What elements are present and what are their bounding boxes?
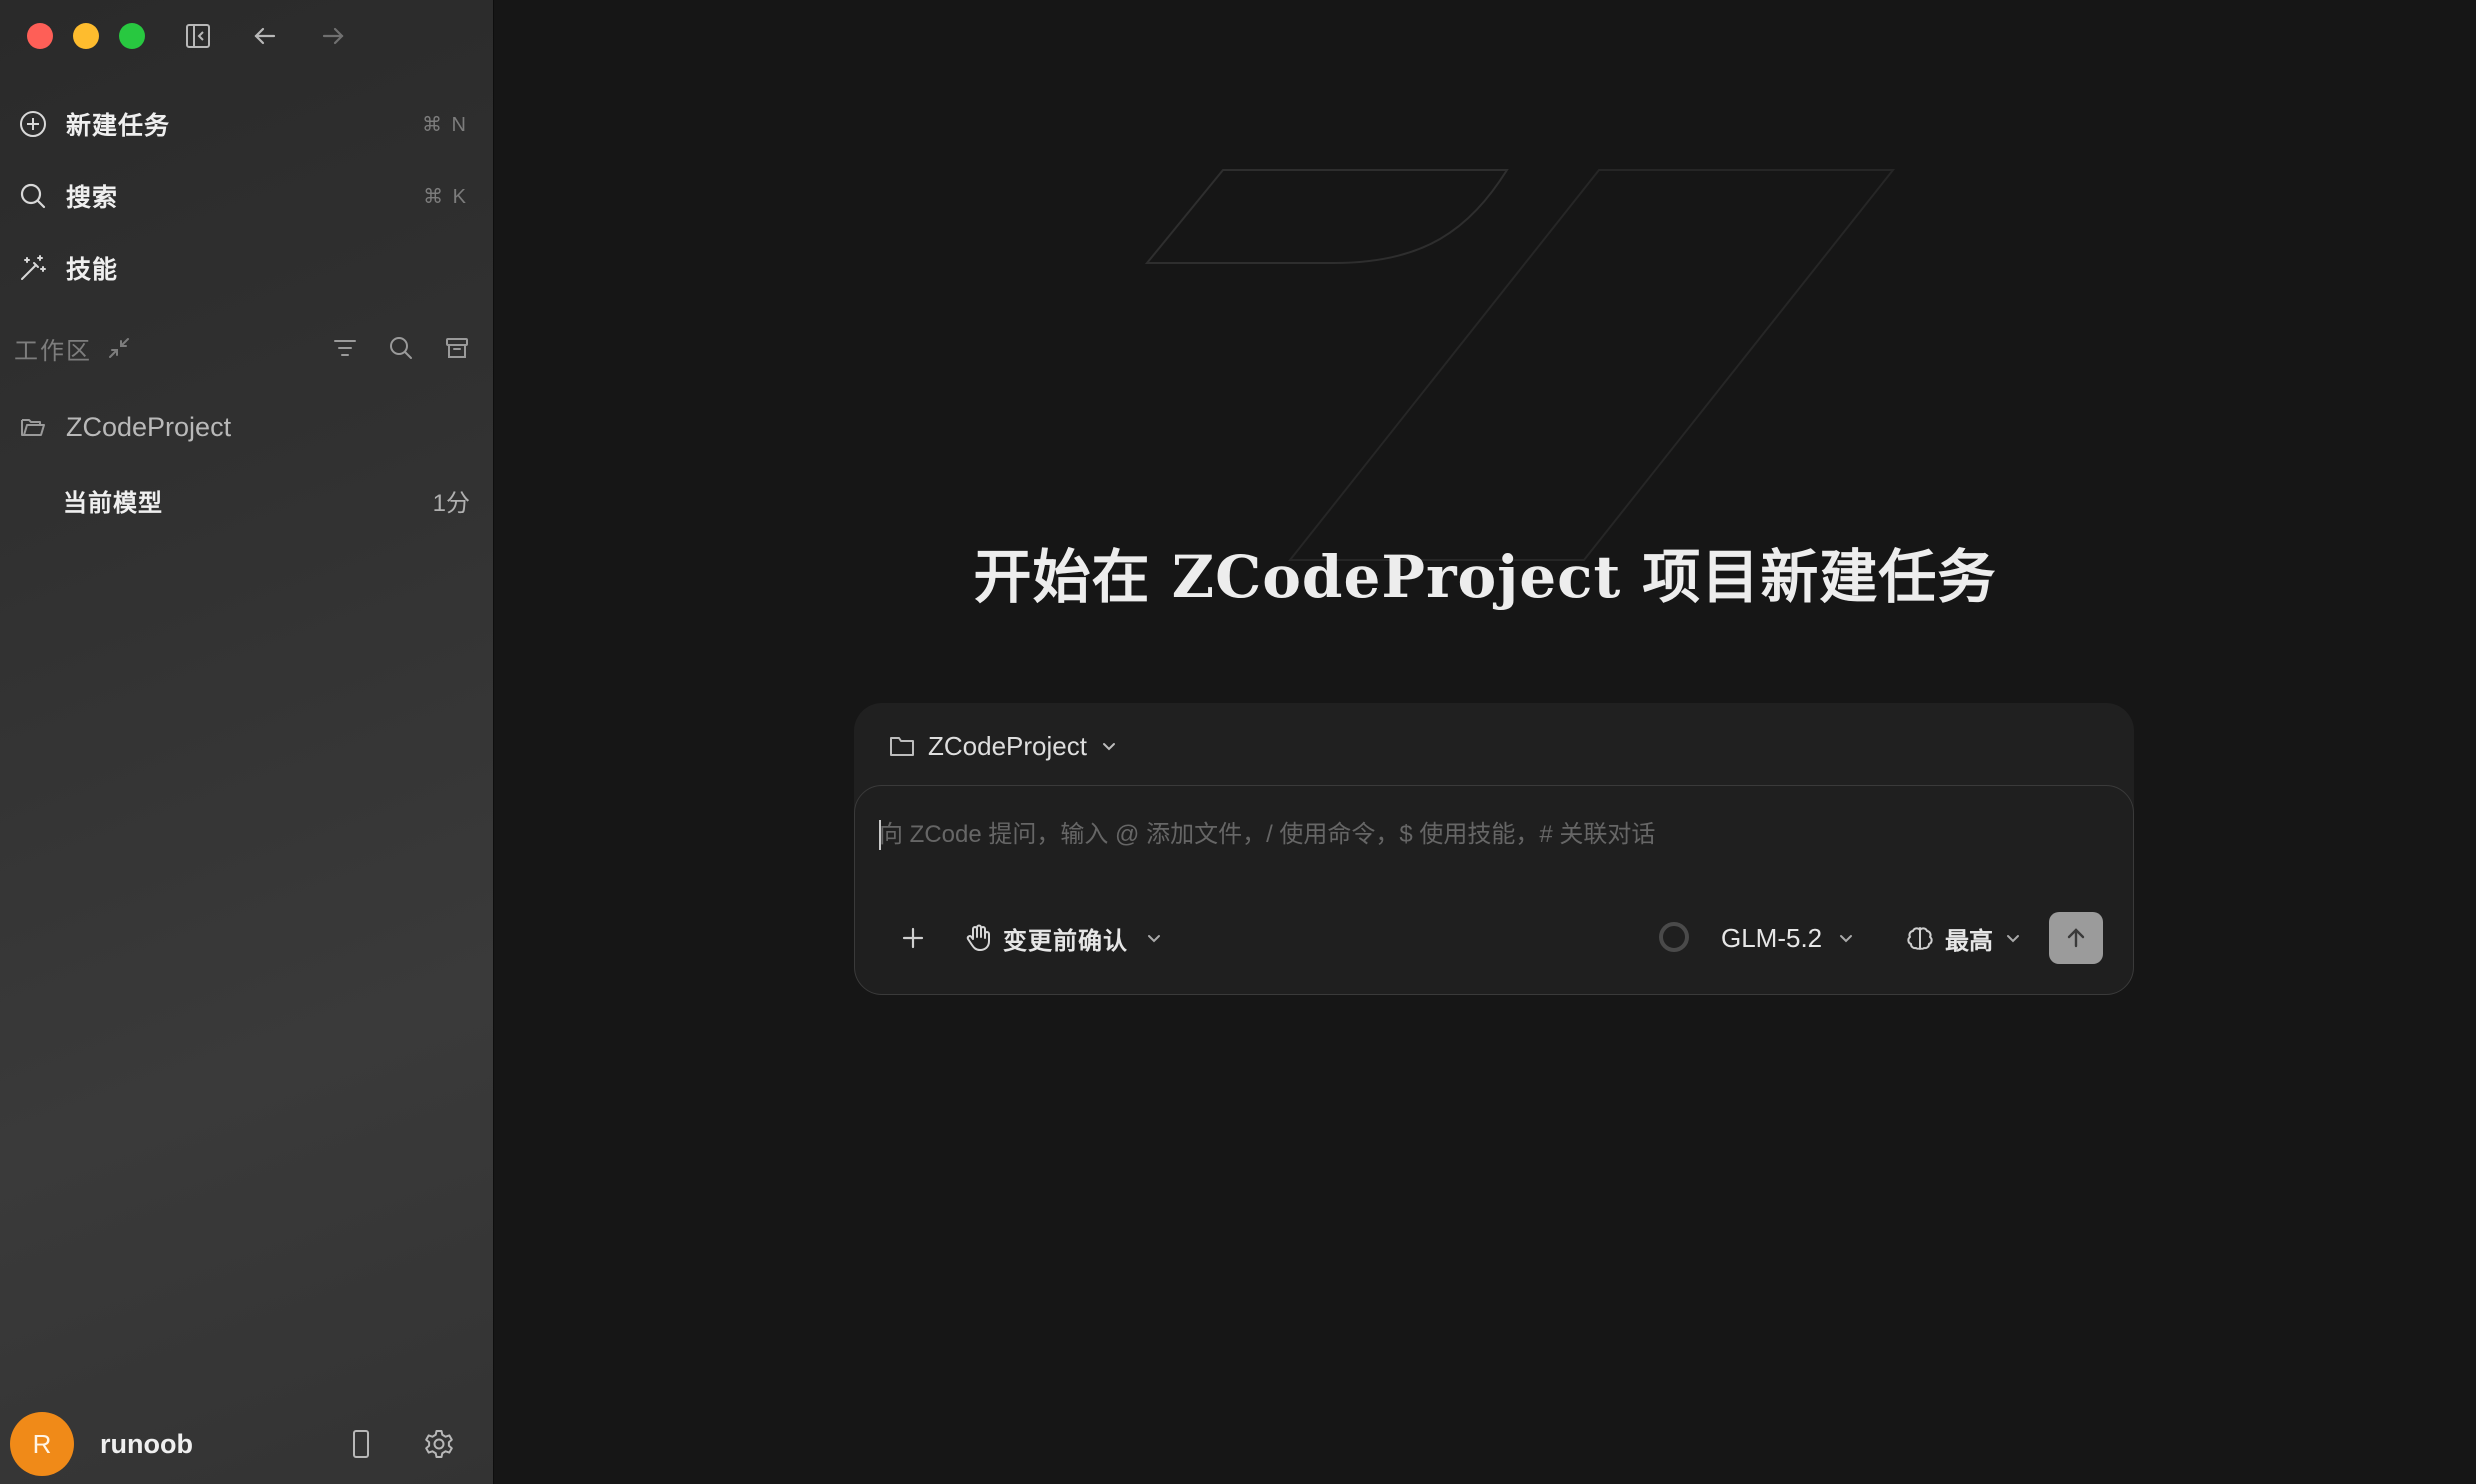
- model-label: GLM-5.2: [1721, 922, 1823, 953]
- task-item[interactable]: 当前模型 1分: [12, 472, 480, 528]
- workspace-tools: [328, 331, 474, 365]
- folder-open-icon: [16, 410, 50, 444]
- user-bar: R runoob: [0, 1404, 493, 1484]
- page-title: 开始在 ZCodeProject 项目新建任务: [973, 543, 1997, 611]
- workspace-search-icon[interactable]: [384, 331, 418, 365]
- app-window: 新建任务 ⌘ N 搜索 ⌘ K 技能 工作区 ZCodeProject 当前模型…: [0, 0, 2476, 1484]
- new-task-shortcut: ⌘ N: [422, 113, 468, 136]
- skills-label: 技能: [66, 256, 119, 284]
- search-label: 搜索: [66, 184, 119, 212]
- approval-mode-label: 变更前确认: [1003, 927, 1128, 955]
- prompt-box: 变更前确认 GLM-5.2: [854, 785, 2134, 995]
- task-time: 1分: [432, 489, 470, 517]
- skills-button[interactable]: 技能: [12, 238, 480, 298]
- chevron-down-icon: [1836, 928, 1856, 948]
- chevron-down-icon: [1144, 928, 1164, 948]
- workspace-header: 工作区: [14, 326, 474, 370]
- settings-gear-icon[interactable]: [421, 1426, 457, 1462]
- new-task-button[interactable]: 新建任务 ⌘ N: [12, 94, 480, 154]
- hand-icon: [963, 923, 993, 953]
- reasoning-effort-selector[interactable]: 最高: [1905, 916, 2023, 960]
- close-window-button[interactable]: [27, 23, 53, 49]
- avatar[interactable]: R: [10, 1412, 74, 1476]
- project-selector-label: ZCodeProject: [928, 730, 1087, 761]
- approval-mode-dropdown[interactable]: 变更前确认: [963, 916, 1164, 960]
- prompt-input[interactable]: [879, 810, 2079, 860]
- filter-icon[interactable]: [328, 331, 362, 365]
- archive-icon[interactable]: [440, 331, 474, 365]
- zoom-window-button[interactable]: [119, 23, 145, 49]
- folder-icon: [888, 732, 916, 760]
- minimize-window-button[interactable]: [73, 23, 99, 49]
- chevron-down-icon: [2003, 928, 2023, 948]
- project-name: ZCodeProject: [66, 411, 232, 442]
- model-selector[interactable]: GLM-5.2: [1721, 916, 1856, 960]
- task-title: 当前模型: [63, 489, 163, 517]
- main-panel: 开始在 ZCodeProject 项目新建任务 ZCodeProject 向 Z…: [494, 0, 2476, 1484]
- toggle-sidebar-icon[interactable]: [180, 18, 216, 54]
- mobile-device-icon[interactable]: [343, 1426, 379, 1462]
- composer-toolbar: 变更前确认 GLM-5.2 最高: [855, 910, 2133, 966]
- effort-label: 最高: [1945, 927, 1993, 955]
- text-caret: [879, 820, 881, 850]
- send-button[interactable]: [2049, 912, 2103, 964]
- collapse-icon[interactable]: [106, 335, 132, 361]
- plus-circle-icon: [16, 107, 50, 141]
- user-tools: [343, 1426, 457, 1462]
- chevron-down-icon: [1099, 736, 1119, 756]
- workspace-title: 工作区: [14, 337, 92, 365]
- new-task-label: 新建任务: [66, 112, 171, 140]
- search-shortcut: ⌘ K: [423, 185, 468, 208]
- arrow-up-icon: [2067, 928, 2085, 948]
- search-button[interactable]: 搜索 ⌘ K: [12, 166, 480, 226]
- project-selector[interactable]: ZCodeProject: [888, 723, 1119, 769]
- back-arrow-icon[interactable]: [247, 18, 283, 54]
- magic-wand-icon: [16, 251, 50, 285]
- context-usage-ring[interactable]: [1659, 922, 1689, 952]
- forward-arrow-icon[interactable]: [315, 18, 351, 54]
- username[interactable]: runoob: [100, 1429, 193, 1460]
- add-attachment-button[interactable]: [891, 916, 935, 960]
- sidebar: 新建任务 ⌘ N 搜索 ⌘ K 技能 工作区 ZCodeProject 当前模型…: [0, 0, 494, 1484]
- brain-icon: [1905, 923, 1935, 953]
- search-icon: [16, 179, 50, 213]
- project-folder-item[interactable]: ZCodeProject: [12, 398, 480, 456]
- composer: ZCodeProject 向 ZCode 提问，输入 @ 添加文件，/ 使用命令…: [854, 703, 2134, 995]
- title-bar: [0, 0, 493, 72]
